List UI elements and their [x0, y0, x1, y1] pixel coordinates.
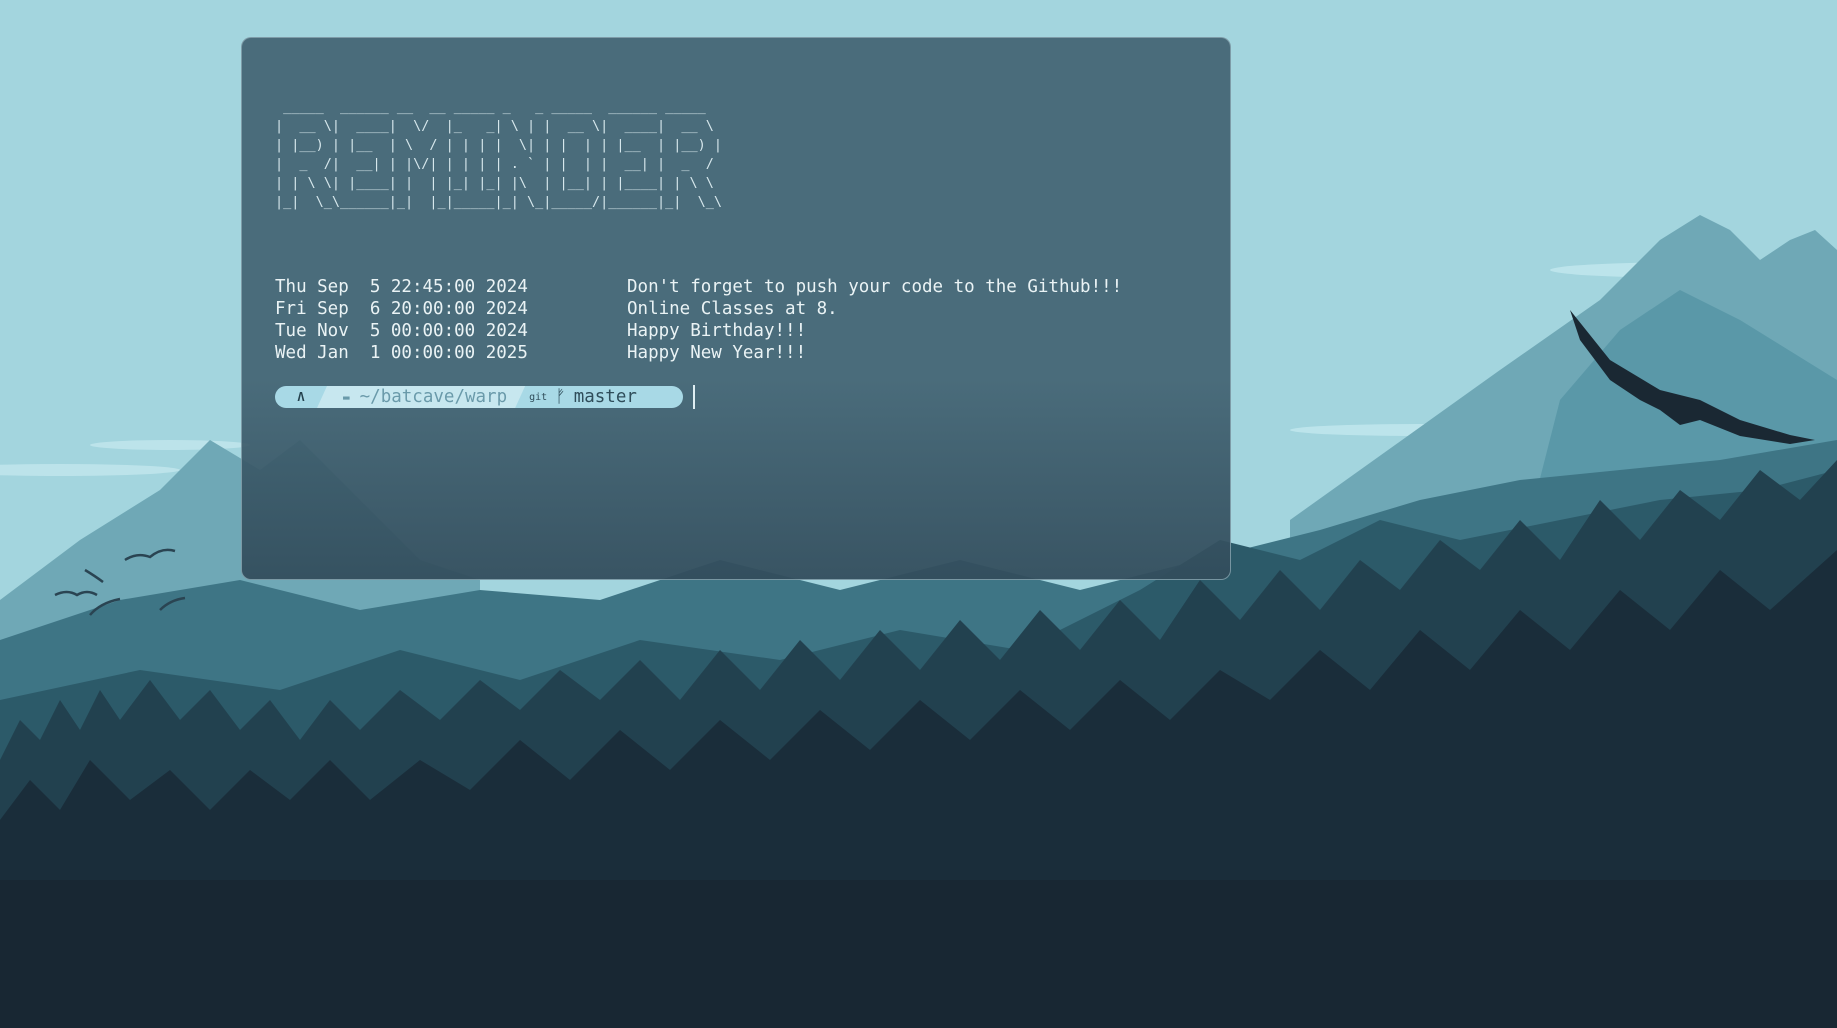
reminder-row: Tue Nov 5 00:00:00 2024 Happy Birthday!!… — [275, 320, 1122, 342]
reminder-ascii-banner: _____ ______ __ __ _____ _ _ _____ _____… — [275, 98, 722, 212]
reminder-date: Thu Sep 5 22:45:00 2024 — [275, 277, 528, 297]
banner-line: | _ /| __| | |\/| | | | | . ` | | | | __… — [275, 156, 723, 172]
branch-icon: ᚠ — [555, 387, 566, 407]
prompt-git-segment: git ᚠ master — [525, 387, 637, 407]
current-directory: ~/batcave/warp — [359, 387, 508, 407]
reminder-row: Wed Jan 1 00:00:00 2025 Happy New Year!!… — [275, 342, 1122, 364]
terminal-shadow — [242, 379, 1230, 579]
prompt-path-segment: ▬ ~/batcave/warp — [317, 386, 525, 408]
reminder-message: Don't forget to push your code to the Gi… — [627, 277, 1123, 297]
terminal-window[interactable]: _____ ______ __ __ _____ _ _ _____ _____… — [241, 37, 1231, 580]
reminder-date: Tue Nov 5 00:00:00 2024 — [275, 321, 528, 341]
reminder-message: Happy New Year!!! — [627, 343, 807, 363]
reminder-date: Wed Jan 1 00:00:00 2025 — [275, 343, 528, 363]
git-icon: git — [529, 391, 548, 403]
arch-icon: Λ — [297, 390, 305, 404]
reminder-list: Thu Sep 5 22:45:00 2024 Don't forget to … — [275, 276, 1122, 364]
reminder-row: Fri Sep 6 20:00:00 2024 Online Classes a… — [275, 298, 1122, 320]
reminder-message: Happy Birthday!!! — [627, 321, 807, 341]
folder-icon: ▬ — [343, 390, 350, 404]
banner-line: | |__) | |__ | \ / | | | | \| | | | | |_… — [275, 137, 723, 153]
banner-line: |_| \_\______|_| |_|_____|_| \_|_____/|_… — [275, 194, 723, 210]
reminder-date: Fri Sep 6 20:00:00 2024 — [275, 299, 528, 319]
shell-prompt: Λ ▬ ~/batcave/warp git ᚠ master — [275, 386, 683, 408]
reminder-message: Online Classes at 8. — [627, 299, 838, 319]
banner-line: | __ \| ____| \/ |_ _| \ | | __ \| ____|… — [275, 118, 723, 134]
text-cursor[interactable] — [693, 385, 695, 409]
banner-line: | | \ \| |____| | | |_| |_| |\ | |__| | … — [275, 175, 723, 191]
reminder-row: Thu Sep 5 22:45:00 2024 Don't forget to … — [275, 276, 1122, 298]
banner-line: _____ ______ __ __ _____ _ _ _____ _____… — [275, 99, 723, 115]
git-branch: master — [573, 387, 637, 407]
